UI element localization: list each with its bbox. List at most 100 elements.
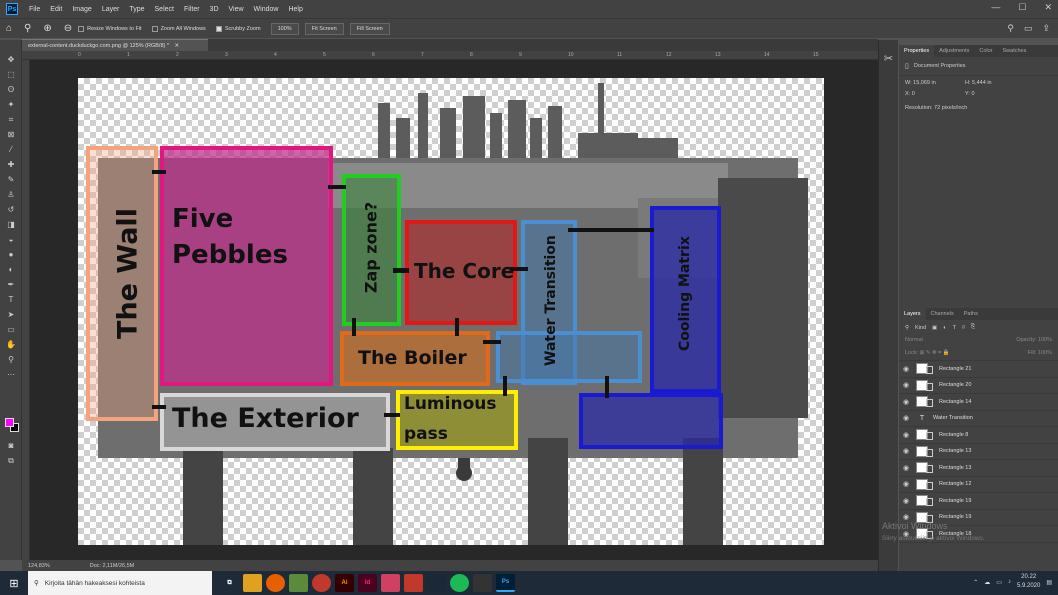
more-tools-icon[interactable]: ⋯ <box>0 367 22 382</box>
marquee-tool-icon[interactable]: ⬚ <box>0 67 22 82</box>
close-icon[interactable]: ✕ <box>1044 2 1052 13</box>
eyedropper-tool-icon[interactable]: ⁄ <box>0 142 22 157</box>
layer-row[interactable]: ◉ Rectangle 14 <box>899 394 1058 411</box>
search-icon[interactable]: ⚲ <box>1007 23 1014 34</box>
brush-tool-icon[interactable]: ✎ <box>0 172 22 187</box>
tab-channels[interactable]: Channels <box>926 311 959 317</box>
visibility-eye-icon[interactable]: ◉ <box>899 398 913 406</box>
app-icon[interactable] <box>312 574 331 592</box>
rectangle-tool-icon[interactable]: ▭ <box>0 322 22 337</box>
width-value[interactable]: 15,069 in <box>913 80 936 86</box>
menu-type[interactable]: Type <box>124 6 149 13</box>
zoom-in-icon[interactable]: ⊕ <box>43 23 51 34</box>
windows-start-icon[interactable]: ⊞ <box>0 577 28 590</box>
layer-row[interactable]: ◉ Rectangle 21 <box>899 361 1058 378</box>
file-explorer-icon[interactable] <box>243 574 262 592</box>
frame-tool-icon[interactable]: ⊠ <box>0 127 22 142</box>
dodge-tool-icon[interactable]: ◐ <box>0 262 22 277</box>
fit-screen-button[interactable]: Fit Screen <box>304 22 344 35</box>
crop-tool-icon[interactable]: ⌗ <box>0 112 22 127</box>
minecraft-icon[interactable] <box>289 574 308 592</box>
spotify-icon[interactable] <box>450 574 469 592</box>
menu-layer[interactable]: Layer <box>97 6 125 13</box>
hand-tool-icon[interactable]: ✋ <box>0 337 22 352</box>
blur-tool-icon[interactable]: ● <box>0 247 22 262</box>
eraser-tool-icon[interactable]: ◨ <box>0 217 22 232</box>
visibility-eye-icon[interactable]: ◉ <box>899 381 913 389</box>
share-icon[interactable]: ⇪ <box>1042 23 1050 34</box>
workspace-icon[interactable]: ▭ <box>1024 23 1033 34</box>
menu-edit[interactable]: Edit <box>45 6 67 13</box>
menu-filter[interactable]: Filter <box>179 6 205 13</box>
volume-icon[interactable]: ♪ <box>1008 579 1011 585</box>
layer-row[interactable]: ◉ Rectangle 13 <box>899 460 1058 477</box>
lock-icons[interactable]: ⊠ ✎ ✥ ⌗ 🔒 <box>920 350 950 356</box>
menu-select[interactable]: Select <box>150 6 179 13</box>
move-tool-icon[interactable]: ✥ <box>0 52 22 67</box>
layer-row[interactable]: ◉ Rectangle 12 <box>899 477 1058 493</box>
fill-value[interactable]: 100% <box>1038 350 1052 356</box>
clone-stamp-tool-icon[interactable]: ♙ <box>0 187 22 202</box>
notifications-icon[interactable]: ▤ <box>1046 579 1052 586</box>
tab-properties[interactable]: Properties <box>899 45 935 57</box>
filter-adjustment-icon[interactable]: ◐ <box>943 325 946 331</box>
tool-presets-icon[interactable]: ✂ <box>879 52 898 65</box>
zoom-tool-icon[interactable]: ⚲ <box>24 23 31 34</box>
visibility-eye-icon[interactable]: ◉ <box>899 464 913 472</box>
history-brush-tool-icon[interactable]: ↺ <box>0 202 22 217</box>
visibility-eye-icon[interactable]: ◉ <box>899 480 913 488</box>
taskbar-clock[interactable]: 20.22 5.9.2020 <box>1017 573 1040 591</box>
zoom-all-windows-checkbox[interactable]: Zoom All Windows <box>151 25 206 32</box>
zoom-level[interactable]: 124,83% <box>28 563 50 569</box>
y-value[interactable]: 0 <box>971 91 974 97</box>
fill-screen-button[interactable]: Fill Screen <box>349 22 390 35</box>
zoom-100-button[interactable]: 100% <box>270 22 299 35</box>
x-value[interactable]: 0 <box>912 91 915 97</box>
minimize-icon[interactable]: — <box>991 2 1000 13</box>
scrubby-zoom-checkbox[interactable]: Scrubby Zoom <box>215 25 261 32</box>
screen-mode-icon[interactable]: ⧉ <box>0 453 22 468</box>
layer-row[interactable]: ◉ Rectangle 19 <box>899 493 1058 510</box>
filter-smart-icon[interactable]: ⎘ <box>971 324 975 331</box>
paint-bucket-tool-icon[interactable]: ◒ <box>0 232 22 247</box>
close-tab-icon[interactable]: ✕ <box>175 43 180 49</box>
taskbar-search-box[interactable]: ⚲ Kirjoita tähän hakeaksesi kohteista <box>28 571 212 595</box>
blend-mode-select[interactable]: Normal <box>905 337 923 346</box>
firefox-icon[interactable] <box>266 574 285 592</box>
menu-view[interactable]: View <box>224 6 249 13</box>
tab-paths[interactable]: Paths <box>959 311 983 317</box>
menu-3d[interactable]: 3D <box>205 6 224 13</box>
healing-brush-tool-icon[interactable]: ✚ <box>0 157 22 172</box>
magic-wand-tool-icon[interactable]: ✦ <box>0 97 22 112</box>
filter-pixel-icon[interactable]: ▣ <box>932 325 937 331</box>
layer-row[interactable]: ◉ Rectangle 20 <box>899 378 1058 394</box>
zoom-out-icon[interactable]: ⊖ <box>64 23 72 34</box>
indesign-icon[interactable]: Id <box>358 574 377 592</box>
foreground-color-swatch[interactable] <box>5 418 14 427</box>
filter-shape-icon[interactable]: ⌑ <box>962 325 965 331</box>
illustrator-icon[interactable]: Ai <box>335 574 354 592</box>
menu-file[interactable]: File <box>24 6 45 13</box>
app-icon[interactable] <box>404 574 423 592</box>
tab-adjustments[interactable]: Adjustments <box>934 48 974 54</box>
quick-mask-icon[interactable]: ◙ <box>0 438 22 453</box>
network-icon[interactable]: ▭ <box>996 579 1002 586</box>
path-selection-tool-icon[interactable]: ➤ <box>0 307 22 322</box>
tab-swatches[interactable]: Swatches <box>998 48 1032 54</box>
cloud-icon[interactable]: ☁ <box>984 579 990 586</box>
menu-image[interactable]: Image <box>67 6 96 13</box>
document-image[interactable]: The Wall Five Pebbles Zap zone? The Core… <box>78 78 824 545</box>
filter-type-icon[interactable]: T <box>953 325 956 331</box>
visibility-eye-icon[interactable]: ◉ <box>899 431 913 439</box>
resize-windows-checkbox[interactable]: Resize Windows to Fit <box>78 25 142 32</box>
app-icon[interactable] <box>381 574 400 592</box>
menu-help[interactable]: Help <box>283 6 307 13</box>
tab-color[interactable]: Color <box>974 48 997 54</box>
lasso-tool-icon[interactable]: ʘ <box>0 82 22 97</box>
task-view-icon[interactable]: ⧉ <box>220 574 239 592</box>
maximize-icon[interactable]: ☐ <box>1018 2 1026 13</box>
photoshop-taskbar-icon[interactable]: Ps <box>496 574 515 592</box>
steam-icon[interactable] <box>427 574 446 592</box>
menu-window[interactable]: Window <box>249 6 284 13</box>
layer-kind-select[interactable]: Kind <box>915 325 926 331</box>
